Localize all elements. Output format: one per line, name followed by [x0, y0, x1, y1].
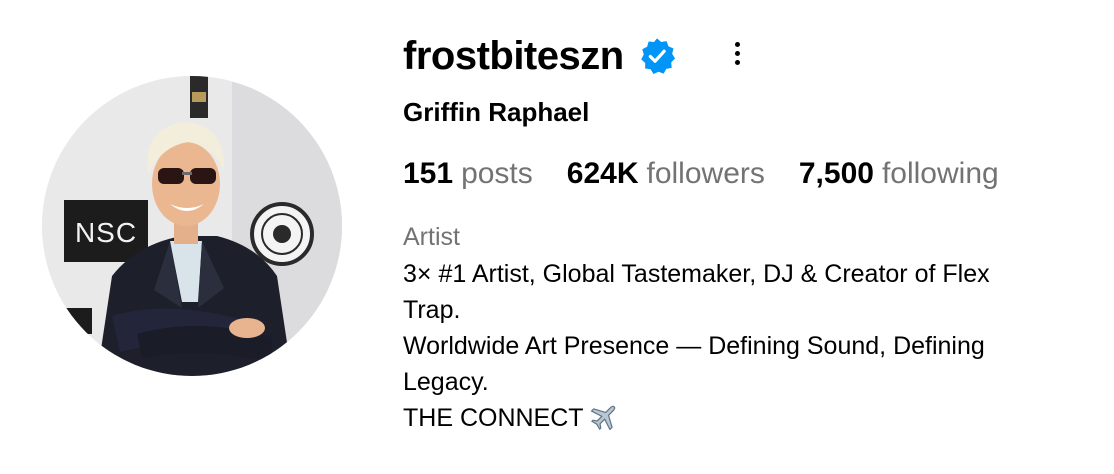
nsc-logo-text: NSC	[75, 217, 137, 248]
more-options-dot	[734, 50, 740, 56]
bio-line: 3× #1 Artist, Global Tastemaker, DJ & Cr…	[403, 260, 990, 288]
airplane-icon	[590, 402, 620, 431]
following-count[interactable]: 7,500 following	[799, 156, 999, 192]
profile-info: frostbiteszn Griffin Raphael 151 posts 62…	[403, 0, 1103, 474]
posts-count[interactable]: 151 posts	[403, 156, 533, 192]
bio-connect-text: THE CONNECT	[403, 404, 584, 432]
username: frostbiteszn	[403, 34, 624, 78]
profile-avatar[interactable]: NSC	[42, 76, 342, 376]
following-label: following	[881, 157, 999, 190]
verified-badge-icon	[638, 37, 676, 75]
profile-category: Artist	[403, 223, 460, 251]
avatar-photo: NSC	[42, 76, 342, 376]
following-value: 7,500	[798, 157, 874, 190]
profile-stats: 151 posts 624K followers 7,500 following	[403, 156, 999, 192]
posts-label: posts	[461, 157, 533, 190]
followers-count[interactable]: 624K followers	[567, 156, 765, 192]
black-market-spirits-seal	[250, 202, 314, 266]
more-options-dot	[734, 59, 740, 65]
more-options-icon[interactable]	[725, 38, 749, 68]
bio-line: Trap.	[403, 296, 461, 324]
username-row: frostbiteszn	[403, 28, 676, 84]
profile-bio: 3× #1 Artist, Global Tastemaker, DJ & Cr…	[403, 256, 1093, 436]
profile-header: NSC frostbiteszn Griffin Raphael 151 pos…	[0, 0, 1114, 474]
bio-line: Legacy.	[403, 368, 489, 396]
followers-value: 624K	[566, 157, 639, 190]
bio-line: Worldwide Art Presence — Defining Sound,…	[403, 332, 985, 360]
followers-label: followers	[646, 157, 765, 190]
posts-value: 151	[403, 157, 454, 190]
full-name: Griffin Raphael	[403, 97, 590, 127]
bio-line-last: THE CONNECT	[403, 400, 1093, 436]
more-options-dot	[734, 41, 740, 47]
nsc-backdrop-logo: NSC	[64, 200, 148, 262]
